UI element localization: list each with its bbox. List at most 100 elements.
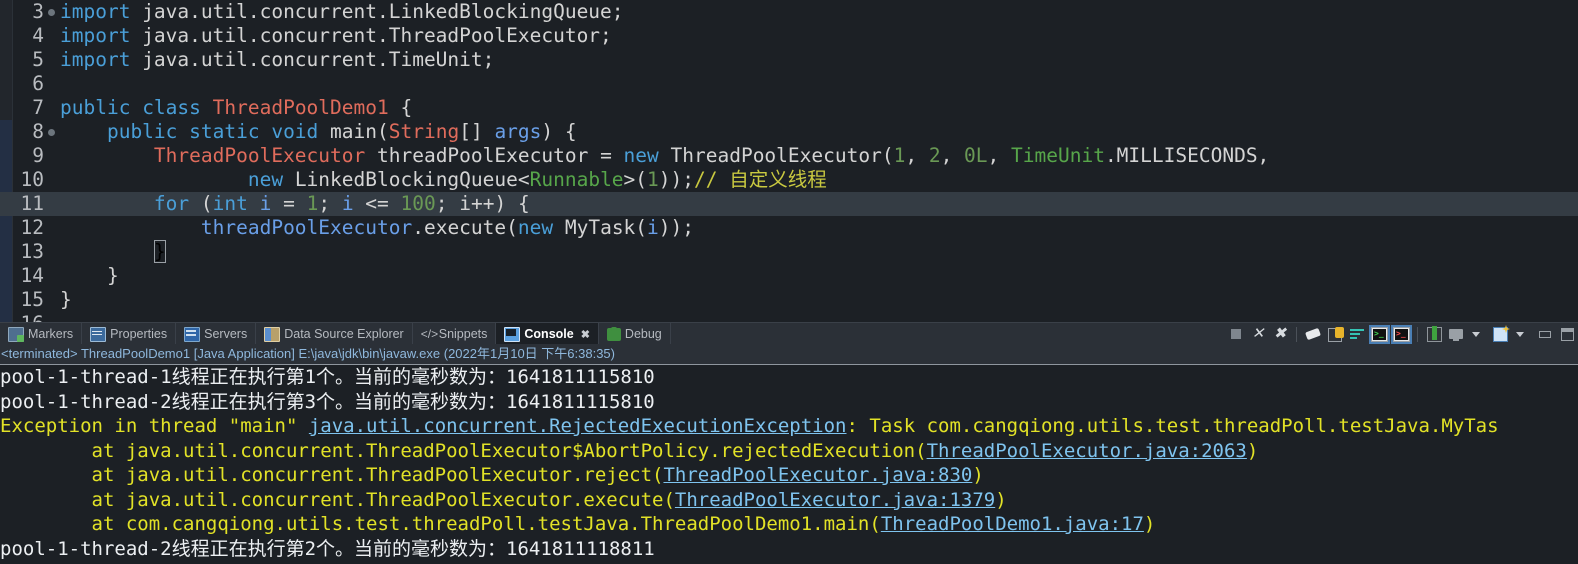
code-token: = — [600, 144, 624, 167]
code-token: 0L — [964, 144, 988, 167]
console-output-line: pool-1-thread-2线程正在执行第3个。当前的毫秒数为：1641811… — [0, 390, 1578, 415]
code-line[interactable]: 9 ThreadPoolExecutor threadPoolExecutor … — [0, 144, 1578, 168]
new-console-icon — [1493, 327, 1508, 342]
pin-console-button[interactable] — [1424, 324, 1444, 344]
maximize-button[interactable] — [1556, 324, 1576, 344]
console-text: pool-1-thread-1 — [0, 366, 172, 388]
console-toolbar[interactable]: ✕ ✖ >_ >_ — [1226, 323, 1576, 345]
code-token: ThreadPoolExecutor — [153, 144, 366, 167]
console-text: 线程正在执行第1个。当前的毫秒数为：1641811115810 — [171, 366, 655, 388]
code-token: import — [60, 24, 143, 47]
remove-launch-button[interactable]: ✕ — [1248, 324, 1268, 344]
minimize-button[interactable] — [1534, 324, 1554, 344]
folding-toggle-icon[interactable] — [48, 129, 55, 136]
data-source-explorer-icon — [264, 326, 281, 342]
code-token: public — [60, 120, 190, 143]
tab-markers[interactable]: Markers — [0, 323, 83, 345]
code-editor[interactable]: 3 import java.util.concurrent.LinkedBlock… — [0, 0, 1578, 322]
line-number: 12 — [20, 216, 44, 239]
line-number: 4 — [32, 24, 44, 47]
code-line-text: ThreadPoolExecutor threadPoolExecutor = … — [60, 144, 1269, 168]
stack-trace-link[interactable]: ThreadPoolExecutor.java:830 — [663, 464, 972, 486]
console-text: : Task com.cangqiong.utils.test.threadPo… — [846, 415, 1499, 437]
code-line-text: new LinkedBlockingQueue<Runnable>(1));//… — [60, 168, 827, 192]
pin-icon — [1427, 326, 1442, 342]
code-token: )); — [658, 168, 695, 191]
view-tab-bar[interactable]: Markers Properties Servers Data Source Expl… — [0, 322, 1578, 345]
code-token: void — [271, 120, 331, 143]
separator-1 — [1296, 326, 1297, 342]
code-line[interactable]: 6 — [0, 72, 1578, 96]
minimize-icon — [1539, 331, 1551, 338]
show-console-on-stderr-button[interactable]: >_ — [1391, 324, 1411, 344]
stack-trace-link[interactable]: ThreadPoolExecutor.java:2063 — [927, 440, 1247, 462]
folding-toggle-icon[interactable] — [48, 9, 55, 16]
console-text: at java.util.concurrent.ThreadPoolExecut… — [0, 439, 927, 462]
code-line[interactable]: 7 public class ThreadPoolDemo1 { — [0, 96, 1578, 120]
console-error-line: at java.util.concurrent.ThreadPoolExecut… — [0, 488, 1578, 513]
scroll-lock-button[interactable] — [1325, 324, 1345, 344]
console-text: Exception in thread "main" — [0, 415, 309, 437]
remove-all-terminated-button[interactable]: ✖ — [1270, 324, 1290, 344]
terminate-button[interactable] — [1226, 324, 1246, 344]
code-token: i — [647, 216, 659, 239]
code-line[interactable]: 8 public static void main(String[] args)… — [0, 120, 1578, 144]
line-number: 7 — [32, 96, 44, 119]
console-output[interactable]: pool-1-thread-1线程正在执行第1个。当前的毫秒数为：1641811… — [0, 365, 1578, 564]
code-token: } — [60, 264, 119, 287]
show-console-on-stdout-button[interactable]: >_ — [1369, 324, 1389, 344]
code-line[interactable]: 5 import java.util.concurrent.TimeUnit; — [0, 48, 1578, 72]
chevron-down-icon — [1516, 332, 1524, 337]
code-line[interactable]: 3 import java.util.concurrent.LinkedBlock… — [0, 0, 1578, 24]
tab-label: Console — [524, 327, 574, 341]
separator-2 — [1417, 326, 1418, 342]
open-console-button[interactable] — [1490, 324, 1510, 344]
code-token: ( — [200, 192, 213, 215]
code-token: args — [494, 120, 542, 143]
code-line[interactable]: 10 new LinkedBlockingQueue<Runnable>(1))… — [0, 168, 1578, 192]
tab-snippets[interactable]: </> Snippets — [413, 323, 497, 345]
properties-icon — [90, 326, 107, 342]
tab-label: Debug — [624, 327, 662, 341]
code-line[interactable]: 11 for (int i = 1; i <= 100; i++) { — [0, 192, 1578, 216]
line-number: 5 — [32, 48, 44, 71]
stack-trace-link[interactable]: ThreadPoolExecutor.java:1379 — [675, 489, 995, 511]
code-token: } — [60, 288, 72, 311]
code-token: ThreadPoolDemo1 — [212, 96, 389, 119]
code-token: new — [517, 216, 565, 239]
code-line-text: } — [60, 264, 119, 288]
tab-properties[interactable]: Properties — [82, 323, 177, 345]
code-token: .execute( — [412, 216, 518, 239]
code-token: [] — [459, 120, 495, 143]
code-line[interactable]: 16 — [0, 312, 1578, 322]
tab-debug[interactable]: Debug — [599, 323, 671, 345]
display-selected-console-button[interactable] — [1446, 324, 1466, 344]
code-line[interactable]: 15} — [0, 288, 1578, 312]
view-tabs[interactable]: Markers Properties Servers Data Source Expl… — [0, 323, 671, 345]
console-error-line: Exception in thread "main" java.util.con… — [0, 414, 1578, 439]
clear-console-button[interactable] — [1303, 324, 1323, 344]
maximize-icon — [1561, 328, 1574, 341]
code-line-text: import java.util.concurrent.TimeUnit; — [60, 48, 494, 72]
code-line[interactable]: 14 } — [0, 264, 1578, 288]
code-line-text: import java.util.concurrent.LinkedBlocki… — [60, 0, 624, 24]
display-selected-console-dropdown[interactable] — [1468, 324, 1488, 344]
tab-console[interactable]: Console ✖ — [496, 323, 599, 345]
code-line[interactable]: 12 threadPoolExecutor.execute(new MyTask… — [0, 216, 1578, 240]
line-number: 3 — [32, 0, 44, 23]
tab-data-source-explorer[interactable]: Data Source Explorer — [256, 323, 413, 345]
open-console-dropdown[interactable] — [1512, 324, 1532, 344]
code-line[interactable]: 4 import java.util.concurrent.ThreadPoolE… — [0, 24, 1578, 48]
code-line-text: threadPoolExecutor.execute(new MyTask(i)… — [60, 216, 694, 240]
tab-servers[interactable]: Servers — [176, 323, 257, 345]
stack-trace-link[interactable]: java.util.concurrent.RejectedExecutionEx… — [309, 415, 847, 437]
console-output-line: pool-1-thread-1线程正在执行第1个。当前的毫秒数为：1641811… — [0, 365, 1578, 390]
stack-trace-link[interactable]: ThreadPoolDemo1.java:17 — [881, 513, 1144, 535]
code-line[interactable]: 13 } — [0, 240, 1578, 264]
code-lines[interactable]: 3 import java.util.concurrent.LinkedBlock… — [0, 0, 1578, 322]
code-token: threadPoolExecutor — [365, 144, 601, 167]
word-wrap-button[interactable] — [1347, 324, 1367, 344]
close-icon[interactable]: ✖ — [581, 328, 590, 341]
